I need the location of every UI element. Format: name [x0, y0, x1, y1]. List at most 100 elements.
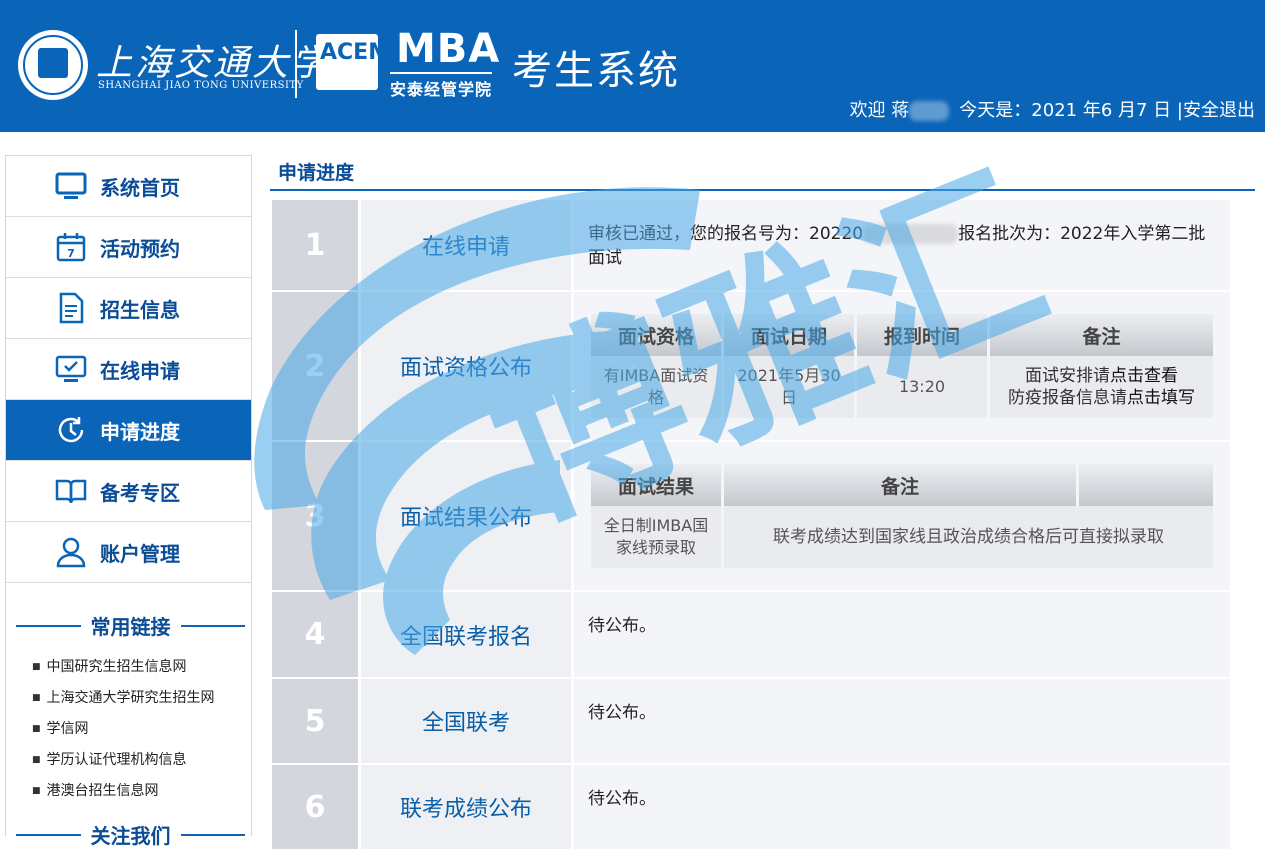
- view-arrangement-link[interactable]: 点击查看: [1110, 366, 1178, 386]
- step-name: 全国联考报名: [361, 592, 571, 677]
- today-date: 今天是：2021 年6 月7 日: [959, 100, 1172, 121]
- clock-progress-icon: [54, 413, 88, 447]
- page-title: 申请进度: [278, 162, 355, 184]
- cell-remark: 面试安排请点击查看 防疫报备信息请点击填写: [990, 356, 1213, 418]
- redacted-name: [909, 101, 950, 121]
- step-number: 4: [272, 592, 358, 677]
- redacted-id: [863, 224, 959, 244]
- system-title: 考生系统: [512, 48, 680, 94]
- welcome-text: 欢迎 蒋: [849, 100, 910, 121]
- step-number: 6: [272, 765, 358, 849]
- step-name: 在线申请: [361, 200, 571, 290]
- header-divider: [295, 30, 297, 98]
- link-xuexin[interactable]: 学信网: [32, 714, 251, 745]
- col-checkin-time: 报到时间: [857, 314, 987, 356]
- link-sjtu-yzb[interactable]: 上海交通大学研究生招生网: [32, 683, 251, 714]
- monitor-icon: [54, 169, 88, 203]
- step-detail: 面试资格 面试日期 报到时间 备注 有IMBA面试资格 2021年5月30日 1…: [574, 292, 1230, 440]
- link-chsi[interactable]: 中国研究生招生信息网: [32, 652, 251, 683]
- sidebar: 系统首页 7 活动预约 招生信息 在线申请 申请进度 备考专区 账户管理 常用链…: [5, 155, 252, 848]
- svg-text:7: 7: [67, 247, 75, 260]
- cell-date: 2021年5月30日: [724, 356, 854, 418]
- welcome-bar: 欢迎 蒋今天是：2021 年6 月7 日 |安全退出: [850, 96, 1255, 122]
- step-number: 3: [272, 442, 358, 590]
- cell-remark: 联考成绩达到国家线且政治成绩合格后可直接拟录取: [724, 506, 1213, 568]
- follow-line-right: [180, 833, 245, 836]
- nav-account[interactable]: 账户管理: [6, 522, 251, 583]
- step-detail: 待公布。: [574, 765, 1230, 849]
- nav-application-progress-label: 申请进度: [100, 419, 180, 444]
- nav-account-label: 账户管理: [100, 541, 180, 566]
- col-date: 面试日期: [724, 314, 854, 356]
- col-remark: 备注: [724, 464, 1076, 506]
- step-row-5: 5 全国联考 待公布。: [272, 679, 1230, 765]
- link-degree-cert[interactable]: 学历认证代理机构信息: [32, 745, 251, 776]
- step-status: 待公布。: [588, 616, 656, 636]
- fill-epidemic-link[interactable]: 点击填写: [1127, 388, 1195, 408]
- nav-activity[interactable]: 7 活动预约: [6, 217, 251, 278]
- step-status: 待公布。: [588, 703, 656, 723]
- step-row-1: 1 在线申请 审核已通过，您的报名号为：20220 报名批次为：2022年入学第二…: [272, 200, 1230, 292]
- step-name: 面试资格公布: [361, 292, 571, 440]
- application-status: 审核已通过，您的报名号为：20220: [588, 224, 864, 244]
- remark-epidemic: 防疫报备信息请: [1008, 388, 1127, 408]
- links-line-left: [16, 624, 81, 627]
- user-icon: [54, 535, 88, 569]
- link-list: 中国研究生招生信息网 上海交通大学研究生招生网 学信网 学历认证代理机构信息 港…: [6, 652, 251, 807]
- document-icon: [54, 291, 88, 325]
- nav-admission-info-label: 招生信息: [100, 297, 180, 322]
- step-detail: 面试结果 备注 全日制IMBA国家线预录取 联考成绩达到国家线且政治成绩合格后可…: [574, 442, 1230, 590]
- screen-check-icon: [54, 352, 88, 386]
- link-hmt[interactable]: 港澳台招生信息网: [32, 776, 251, 807]
- page-title-bar: 申请进度: [270, 156, 1255, 191]
- col-result: 面试结果: [591, 464, 721, 506]
- interview-qualification-table: 面试资格 面试日期 报到时间 备注 有IMBA面试资格 2021年5月30日 1…: [588, 314, 1216, 418]
- follow-line-left: [16, 833, 81, 836]
- nav-exam-prep-label: 备考专区: [100, 480, 180, 505]
- step-name: 联考成绩公布: [361, 765, 571, 849]
- acem-letters: ACEM: [320, 40, 391, 65]
- nav-admission-info[interactable]: 招生信息: [6, 278, 251, 339]
- nav-application-progress[interactable]: 申请进度: [6, 400, 251, 461]
- book-icon: [54, 474, 88, 508]
- step-number: 1: [272, 200, 358, 290]
- school-name: 安泰经管学院: [390, 72, 493, 100]
- remark-arrangement: 面试安排请: [1025, 366, 1110, 386]
- step-detail: 审核已通过，您的报名号为：20220 报名批次为：2022年入学第二批面试: [574, 200, 1230, 290]
- nav-activity-label: 活动预约: [100, 236, 180, 261]
- step-1-text: 审核已通过，您的报名号为：20220 报名批次为：2022年入学第二批面试: [588, 222, 1220, 270]
- calendar-icon: 7: [54, 230, 88, 264]
- nav-exam-prep[interactable]: 备考专区: [6, 461, 251, 522]
- cell-qualification: 有IMBA面试资格: [591, 356, 721, 418]
- header-bar: 上海交通大学 SHANGHAI JIAO TONG UNIVERSITY ACE…: [0, 0, 1265, 132]
- step-status: 待公布。: [588, 789, 656, 809]
- step-row-4: 4 全国联考报名 待公布。: [272, 592, 1230, 679]
- col-empty: [1079, 464, 1213, 506]
- mba-logo-text: MBA: [396, 26, 501, 72]
- step-name: 全国联考: [361, 679, 571, 763]
- step-row-6: 6 联考成绩公布 待公布。: [272, 765, 1230, 851]
- sjtu-english-name: SHANGHAI JIAO TONG UNIVERSITY: [98, 80, 304, 91]
- sjtu-emblem-icon: [18, 30, 88, 100]
- col-qualification: 面试资格: [591, 314, 721, 356]
- nav-online-apply[interactable]: 在线申请: [6, 339, 251, 400]
- cell-result: 全日制IMBA国家线预录取: [591, 506, 721, 568]
- interview-result-table: 面试结果 备注 全日制IMBA国家线预录取 联考成绩达到国家线且政治成绩合格后可…: [588, 464, 1216, 568]
- col-remark: 备注: [990, 314, 1213, 356]
- step-row-2: 2 面试资格公布 面试资格 面试日期 报到时间 备注 有IMBA面试资格 202…: [272, 292, 1230, 442]
- step-detail: 待公布。: [574, 679, 1230, 763]
- follow-title: 关注我们: [90, 824, 171, 848]
- cell-checkin-time: 13:20: [857, 356, 987, 418]
- logout-link[interactable]: 安全退出: [1183, 100, 1255, 121]
- nav-online-apply-label: 在线申请: [100, 358, 180, 383]
- links-line-right: [180, 624, 245, 627]
- follow-header: 关注我们: [6, 820, 251, 849]
- links-title: 常用链接: [90, 615, 171, 639]
- step-row-3: 3 面试结果公布 面试结果 备注 全日制IMBA国家线预录取 联考成绩达到国家线…: [272, 442, 1230, 592]
- nav-home[interactable]: 系统首页: [6, 156, 251, 217]
- step-detail: 待公布。: [574, 592, 1230, 677]
- step-number: 2: [272, 292, 358, 440]
- step-name: 面试结果公布: [361, 442, 571, 590]
- links-header: 常用链接: [6, 611, 251, 640]
- acem-logo-icon: ACEM: [316, 34, 390, 90]
